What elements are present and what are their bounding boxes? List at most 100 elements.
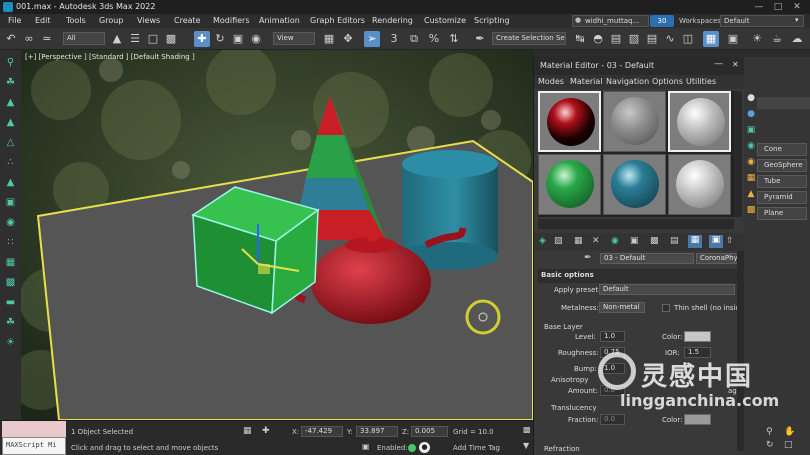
scatter-icon[interactable]: ☘	[3, 76, 18, 90]
material-editor-titlebar[interactable]: Material Editor - 03 - Default — ✕	[534, 57, 745, 75]
notifications-badge[interactable]: 30	[650, 15, 674, 27]
base-color-swatch[interactable]	[684, 331, 711, 342]
spacewarps-icon[interactable]: ▲	[746, 189, 756, 201]
filter-icon[interactable]: ▼	[523, 441, 529, 450]
move-icon[interactable]: ✚	[194, 31, 210, 47]
user-account[interactable]: ● widhi_muttaq...	[572, 15, 649, 27]
sample-slot-4[interactable]	[538, 154, 601, 215]
render-production-icon[interactable]: ☕	[769, 31, 785, 47]
minimize-icon[interactable]: —	[752, 1, 766, 13]
zoom-icon[interactable]: ⚲	[766, 427, 773, 437]
toggle-scene-explorer-icon[interactable]: ▧	[626, 31, 642, 47]
parameters-scrollbar[interactable]	[737, 251, 744, 451]
make-unique-icon[interactable]: ◉	[611, 236, 619, 246]
apply-preset-dropdown[interactable]: Default	[599, 284, 735, 295]
time-tag-icon[interactable]: ●	[419, 442, 430, 453]
menu-scripting[interactable]: Scripting	[474, 16, 510, 25]
show-shaded-icon[interactable]: ▤	[670, 236, 679, 246]
rotate-icon[interactable]: ↻	[212, 31, 228, 47]
maxscript-mini-listener[interactable]: MAXScript Mi	[2, 437, 66, 455]
cone-button[interactable]: Cone	[757, 143, 807, 156]
perspective-viewport[interactable]: [+] [Perspective ] [Standard ] [Default …	[21, 50, 533, 420]
metalness-dropdown[interactable]: Non-metal	[599, 302, 645, 313]
render-iterative-icon[interactable]: ☁	[789, 31, 805, 47]
menu-create[interactable]: Create	[174, 16, 201, 25]
layer-explorer-icon[interactable]: ▤	[608, 31, 624, 47]
sphere-tool-icon[interactable]: ◉	[3, 216, 18, 230]
minimize-icon[interactable]: —	[714, 59, 723, 69]
schematic-view-icon[interactable]: ◫	[680, 31, 696, 47]
lock-selection-icon[interactable]: ▦	[243, 426, 252, 436]
link-icon[interactable]: ∞	[21, 31, 37, 47]
align-icon[interactable]: ◓	[590, 31, 606, 47]
get-material-icon[interactable]: ◈	[539, 236, 546, 246]
y-coordinate-field[interactable]: 33.897	[356, 426, 398, 437]
x-coordinate-field[interactable]: -47.429	[301, 426, 343, 437]
thin-shell-checkbox[interactable]	[662, 304, 670, 312]
systems-icon[interactable]: ▩	[746, 205, 756, 217]
slots-horizontal-scrollbar[interactable]	[538, 219, 734, 229]
close-icon[interactable]: ✕	[732, 60, 739, 69]
material-name-field[interactable]: 03 - Default	[600, 253, 694, 264]
viewport-label[interactable]: [+] [Perspective ] [Standard ] [Default …	[25, 53, 195, 61]
show-map-icon[interactable]: ▦	[688, 235, 702, 248]
menu-graph-editors[interactable]: Graph Editors	[310, 16, 365, 25]
close-icon[interactable]: ✕	[790, 1, 804, 13]
unlink-icon[interactable]: ≃	[39, 31, 55, 47]
conifer-icon[interactable]: ▲	[3, 176, 18, 190]
mesh-icon[interactable]: ▩	[3, 276, 18, 290]
pyramid-button[interactable]: Pyramid	[757, 191, 807, 204]
cameras-icon[interactable]: ◉	[746, 157, 756, 169]
light-icon[interactable]: ☀	[3, 336, 18, 350]
window-crossing-icon[interactable]: ▩	[163, 31, 179, 47]
pick-material-icon[interactable]: ✒	[584, 253, 592, 263]
sample-slot-5[interactable]	[603, 154, 666, 215]
sample-slot-3[interactable]	[668, 91, 731, 152]
maximize-viewport-icon[interactable]: □	[784, 440, 793, 450]
add-time-tag[interactable]: Add Time Tag	[453, 444, 500, 452]
enabled-indicator[interactable]	[408, 444, 416, 452]
pin-icon[interactable]: ⚲	[3, 56, 18, 70]
grass-icon[interactable]: ∴	[3, 156, 18, 170]
forest-icon[interactable]: ▲	[3, 116, 18, 130]
angle-snap-icon[interactable]: ⧉	[406, 31, 422, 47]
translucency-color-swatch[interactable]	[684, 414, 711, 425]
slots-scrollbar[interactable]	[734, 91, 742, 217]
menu-file[interactable]: File	[8, 16, 21, 25]
put-to-scene-icon[interactable]: ▧	[554, 236, 563, 246]
show-end-result-icon[interactable]: ▣	[709, 235, 723, 248]
me-menu-options[interactable]: Options	[652, 77, 683, 86]
plane-tool-icon[interactable]: ▬	[3, 296, 18, 310]
foliage-icon[interactable]: △	[3, 136, 18, 150]
geometry-icon[interactable]: ●	[746, 109, 756, 121]
reference-coordinate-dropdown[interactable]: View	[273, 32, 315, 45]
menu-tools[interactable]: Tools	[66, 16, 86, 25]
orbit-icon[interactable]: ↻	[766, 440, 774, 450]
material-id-icon[interactable]: ▩	[650, 236, 659, 246]
palm-icon[interactable]: ☘	[3, 316, 18, 330]
menu-animation[interactable]: Animation	[259, 16, 300, 25]
select-object-icon[interactable]: ▲	[109, 31, 125, 47]
key-mode-icon[interactable]: ▩	[523, 425, 531, 434]
edit-named-selection-icon[interactable]: ✒	[472, 31, 488, 47]
pivot-icon[interactable]: ▦	[321, 31, 337, 47]
assign-material-icon[interactable]: ▦	[574, 236, 583, 246]
basic-options-rollout[interactable]: Basic options	[538, 269, 742, 283]
material-editor-icon[interactable]: ▦	[703, 31, 719, 47]
percent-snap-icon[interactable]: %	[426, 31, 442, 47]
maximize-icon[interactable]: □	[771, 1, 785, 13]
spinner-snap-icon[interactable]: ⇅	[446, 31, 462, 47]
z-coordinate-field[interactable]: 0.005	[411, 426, 448, 437]
dotted-grid-icon[interactable]: ∷	[3, 236, 18, 250]
curve-editor-icon[interactable]: ∿	[662, 31, 678, 47]
tree-icon[interactable]: ▲	[3, 96, 18, 110]
rock-icon[interactable]: ▣	[3, 196, 18, 210]
fraction-spinner[interactable]: 0.0	[600, 414, 625, 425]
level-spinner[interactable]: 1.0	[600, 331, 625, 342]
pan-view-icon[interactable]: ✋	[784, 427, 795, 437]
render-setup-icon[interactable]: ▣	[725, 31, 741, 47]
me-menu-navigation[interactable]: Navigation	[606, 77, 649, 86]
me-menu-utilities[interactable]: Utilities	[686, 77, 716, 86]
helpers-icon[interactable]: ▦	[746, 173, 756, 185]
me-menu-modes[interactable]: Modes	[538, 77, 564, 86]
